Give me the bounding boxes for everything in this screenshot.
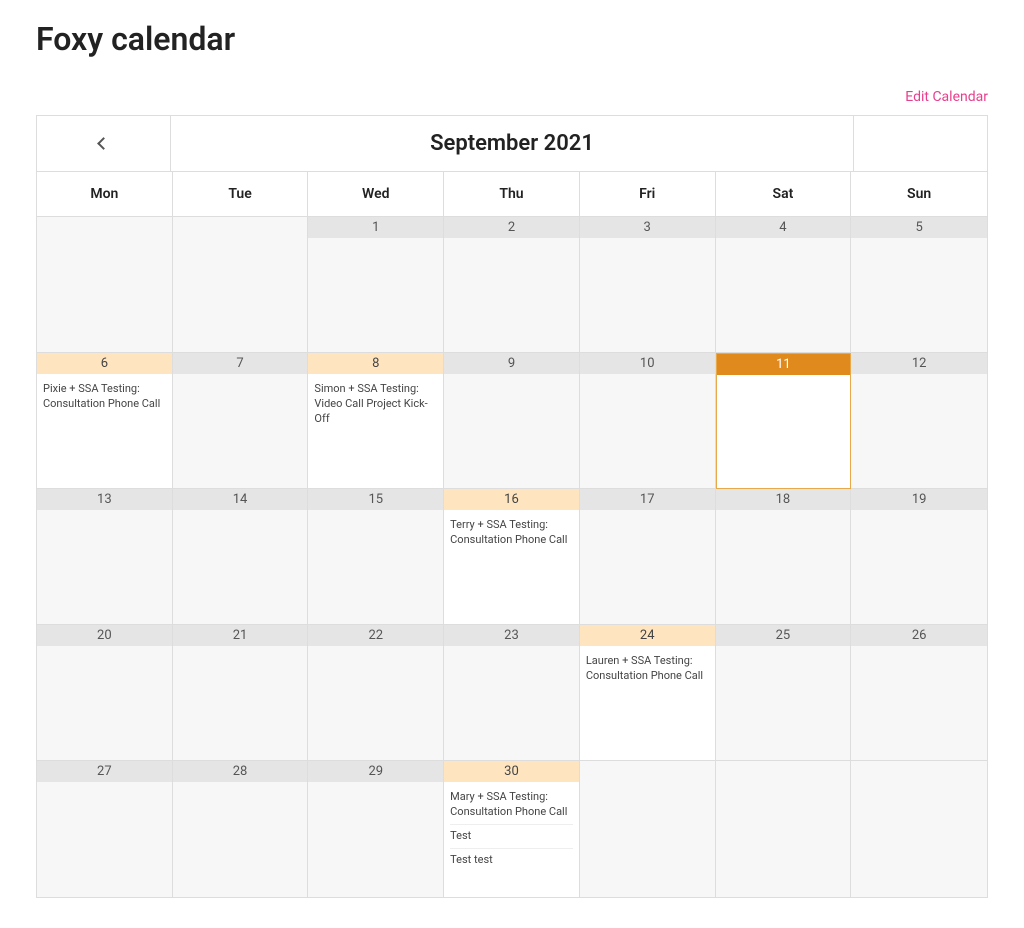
calendar-cell[interactable]: 26 <box>851 625 987 761</box>
calendar-cell[interactable]: 3 <box>580 217 716 353</box>
calendar-cell[interactable]: 30 Mary + SSA Testing: Consultation Phone… <box>444 761 580 897</box>
event-list: Lauren + SSA Testing: Consultation Phone… <box>580 646 715 692</box>
day-of-week-header: Sat <box>716 172 852 216</box>
next-month-button[interactable] <box>853 116 987 171</box>
calendar-cell-empty <box>851 761 987 897</box>
event-list: Pixie + SSA Testing: Consultation Phone … <box>37 374 172 420</box>
calendar-cell[interactable]: 14 <box>173 489 309 625</box>
day-number: 16 <box>444 489 579 510</box>
calendar-event[interactable]: Test <box>450 825 573 849</box>
calendar-cell[interactable]: 22 <box>308 625 444 761</box>
day-number: 7 <box>173 353 308 374</box>
calendar-cell[interactable]: 19 <box>851 489 987 625</box>
day-number: 26 <box>851 625 987 646</box>
day-of-week-header: Thu <box>444 172 580 216</box>
calendar-cell-empty <box>173 217 309 353</box>
day-of-week-header: Mon <box>37 172 173 216</box>
calendar-cell[interactable]: 21 <box>173 625 309 761</box>
day-number: 17 <box>580 489 715 510</box>
day-number: 30 <box>444 761 579 782</box>
day-of-week-header: Sun <box>851 172 987 216</box>
day-number: 18 <box>716 489 851 510</box>
day-of-week-header: Wed <box>308 172 444 216</box>
day-number: 6 <box>37 353 172 374</box>
calendar-cell[interactable]: 18 <box>716 489 852 625</box>
day-number: 11 <box>717 354 851 375</box>
day-number: 23 <box>444 625 579 646</box>
day-number: 5 <box>851 217 987 238</box>
calendar-cell[interactable]: 24 Lauren + SSA Testing: Consultation Pho… <box>580 625 716 761</box>
edit-calendar-link[interactable]: Edit Calendar <box>905 89 988 105</box>
day-number: 10 <box>580 353 715 374</box>
calendar-cell[interactable]: 11 <box>716 353 852 489</box>
calendar-event[interactable]: Pixie + SSA Testing: Consultation Phone … <box>43 378 166 416</box>
calendar-header: September 2021 <box>37 116 987 172</box>
calendar-cell[interactable]: 4 <box>716 217 852 353</box>
calendar-cell[interactable]: 6 Pixie + SSA Testing: Consultation Phone… <box>37 353 173 489</box>
day-number: 24 <box>580 625 715 646</box>
calendar-cell[interactable]: 13 <box>37 489 173 625</box>
calendar-cell[interactable]: 12 <box>851 353 987 489</box>
day-number: 29 <box>308 761 443 782</box>
day-number: 28 <box>173 761 308 782</box>
day-number: 12 <box>851 353 987 374</box>
day-number: 25 <box>716 625 851 646</box>
calendar-cell[interactable]: 16 Terry + SSA Testing: Consultation Phon… <box>444 489 580 625</box>
calendar-event[interactable]: Mary + SSA Testing: Consultation Phone C… <box>450 786 573 825</box>
calendar-cell[interactable]: 15 <box>308 489 444 625</box>
day-number: 27 <box>37 761 172 782</box>
event-list: Terry + SSA Testing: Consultation Phone … <box>444 510 579 556</box>
calendar-event[interactable]: Test test <box>450 849 573 872</box>
calendar-cell[interactable]: 2 <box>444 217 580 353</box>
calendar-event[interactable]: Simon + SSA Testing: Video Call Project … <box>314 378 437 431</box>
chevron-left-icon <box>97 137 110 150</box>
month-title: September 2021 <box>171 116 853 171</box>
day-of-week-row: MonTueWedThuFriSatSun <box>37 172 987 217</box>
day-number: 20 <box>37 625 172 646</box>
day-number: 8 <box>308 353 443 374</box>
calendar-cell[interactable]: 27 <box>37 761 173 897</box>
calendar-cell-empty <box>580 761 716 897</box>
day-number: 14 <box>173 489 308 510</box>
day-of-week-header: Fri <box>580 172 716 216</box>
calendar-event[interactable]: Terry + SSA Testing: Consultation Phone … <box>450 514 573 552</box>
calendar-cell[interactable]: 1 <box>308 217 444 353</box>
day-number: 4 <box>716 217 851 238</box>
day-number: 1 <box>308 217 443 238</box>
calendar-cell[interactable]: 7 <box>173 353 309 489</box>
event-list: Mary + SSA Testing: Consultation Phone C… <box>444 782 579 875</box>
day-of-week-header: Tue <box>173 172 309 216</box>
calendar-cell[interactable]: 10 <box>580 353 716 489</box>
calendar-cell[interactable]: 17 <box>580 489 716 625</box>
calendar-cell[interactable]: 29 <box>308 761 444 897</box>
calendar: September 2021 MonTueWedThuFriSatSun 123… <box>36 115 988 898</box>
day-number: 22 <box>308 625 443 646</box>
calendar-cell[interactable]: 23 <box>444 625 580 761</box>
event-list: Simon + SSA Testing: Video Call Project … <box>308 374 443 435</box>
calendar-cell[interactable]: 9 <box>444 353 580 489</box>
day-number: 2 <box>444 217 579 238</box>
calendar-cell[interactable]: 28 <box>173 761 309 897</box>
calendar-cell[interactable]: 8 Simon + SSA Testing: Video Call Project… <box>308 353 444 489</box>
day-number: 13 <box>37 489 172 510</box>
day-number: 9 <box>444 353 579 374</box>
page-title: Foxy calendar <box>36 20 988 58</box>
calendar-cell[interactable]: 20 <box>37 625 173 761</box>
calendar-cell-empty <box>37 217 173 353</box>
prev-month-button[interactable] <box>37 116 171 171</box>
calendar-event[interactable]: Lauren + SSA Testing: Consultation Phone… <box>586 650 709 688</box>
day-number: 15 <box>308 489 443 510</box>
day-number: 19 <box>851 489 987 510</box>
day-number: 21 <box>173 625 308 646</box>
day-number: 3 <box>580 217 715 238</box>
calendar-cell[interactable]: 5 <box>851 217 987 353</box>
calendar-cell[interactable]: 25 <box>716 625 852 761</box>
calendar-cell-empty <box>716 761 852 897</box>
